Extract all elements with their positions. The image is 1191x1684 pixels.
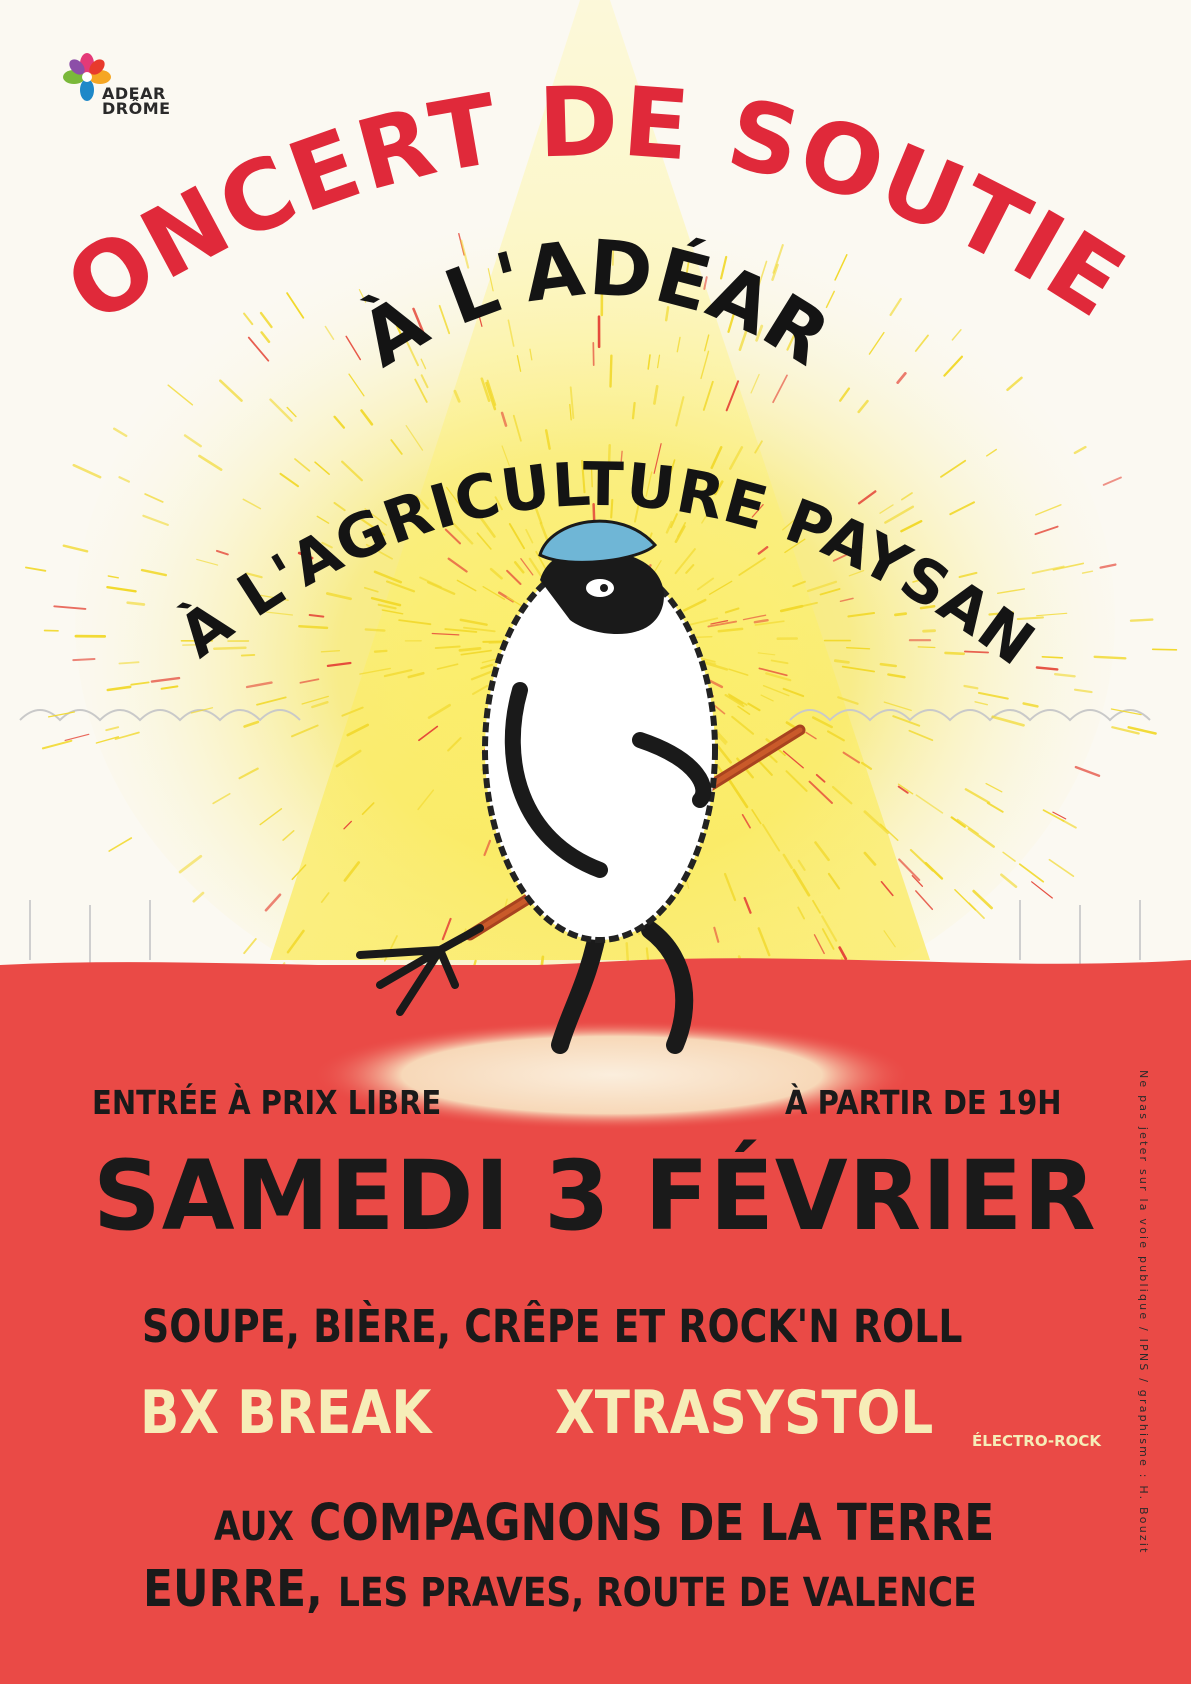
band-xtrasystol: XTRASYSTOL <box>555 1378 934 1448</box>
credit-text: Ne pas jeter sur la voie publique / IPNS… <box>1137 1070 1150 1555</box>
glow-stroke <box>1018 863 1045 883</box>
address: EURRE, LES PRAVES, ROUTE DE VALENCE <box>143 1560 977 1619</box>
band-bx-break: BX BREAK <box>140 1378 432 1448</box>
poster: ADEAR DRÔME CONCERT DE SOUTIEN À L'ADÉAR… <box>0 0 1191 1684</box>
entry-price: ENTRÉE À PRIX LIBRE <box>92 1083 442 1122</box>
venue: AUX COMPAGNONS DE LA TERRE <box>214 1494 994 1553</box>
band-genre: ÉLECTRO-ROCK <box>972 1432 1102 1450</box>
glow-stroke <box>192 891 205 903</box>
venue-name: COMPAGNONS DE LA TERRE <box>309 1494 995 1553</box>
start-time: À PARTIR DE 19H <box>785 1083 1062 1122</box>
glow-stroke <box>1048 858 1075 878</box>
credit-vertical: Ne pas jeter sur la voie publique / IPNS… <box>1136 1070 1156 1555</box>
town: EURRE, <box>143 1560 323 1619</box>
event-date: SAMEDI 3 FÉVRIER <box>93 1140 1097 1252</box>
glow-stroke <box>108 837 133 852</box>
title-line2: À L'ADÉAR <box>346 223 846 384</box>
glow-stroke <box>243 938 257 955</box>
title-arcs: CONCERT DE SOUTIEN À L'ADÉAR ET À L'AGRI… <box>0 0 1142 685</box>
glow-stroke <box>1061 819 1077 829</box>
venue-prefix: AUX <box>214 1504 295 1550</box>
menu-line: SOUPE, BIÈRE, CRÊPE ET ROCK'N ROLL <box>142 1300 963 1353</box>
glow-stroke <box>968 902 985 919</box>
glow-stroke <box>1031 881 1053 899</box>
street-address: LES PRAVES, ROUTE DE VALENCE <box>338 1570 977 1616</box>
glow-stroke <box>1000 873 1018 889</box>
